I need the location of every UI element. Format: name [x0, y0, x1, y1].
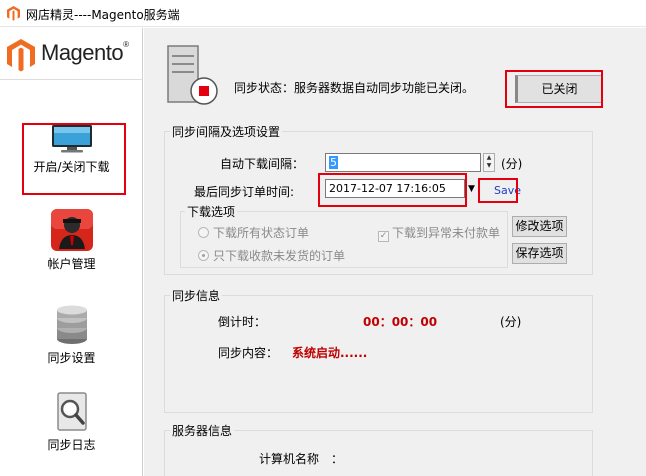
magento-logo: Magento®: [0, 28, 143, 80]
database-icon: [56, 305, 87, 344]
sidebar-item-label: 帐户管理: [47, 257, 96, 271]
modify-options-button[interactable]: 修改选项: [512, 216, 567, 237]
interval-stepper[interactable]: ▲ ▼: [483, 153, 495, 172]
download-paid-radio[interactable]: 只下载收款未发货的订单: [198, 247, 345, 264]
window-title: 网店精灵----Magento服务端: [26, 8, 180, 22]
user-account-icon: [50, 209, 93, 251]
sidebar: Magento® 开启/关闭下载 帐户管理 同步设置 同步日志: [0, 28, 143, 476]
monitor-icon: [51, 125, 92, 153]
logo-text: Magento®: [41, 40, 129, 65]
download-all-radio[interactable]: 下载所有状态订单: [198, 224, 309, 241]
main-panel: 同步状态：服务器数据自动同步功能已关闭。 已关闭 同步间隔及选项设置 自动下载间…: [144, 28, 646, 476]
sync-settings-group-title: 同步间隔及选项设置: [170, 123, 283, 140]
server-info-group-title: 服务器信息: [170, 422, 235, 439]
save-options-button[interactable]: 保存选项: [512, 243, 567, 264]
server-stopped-icon: [167, 45, 218, 105]
sidebar-item-label: 同步日志: [47, 438, 96, 452]
title-bar: 网店精灵----Magento服务端: [0, 0, 646, 27]
magento-app-icon: [7, 6, 20, 21]
sidebar-item-account[interactable]: 帐户管理: [0, 209, 143, 272]
sync-toggle-button[interactable]: 已关闭: [515, 75, 602, 103]
sidebar-item-sync-log[interactable]: 同步日志: [0, 392, 143, 453]
log-magnifier-icon: [56, 392, 87, 431]
sync-info-group-title: 同步信息: [170, 287, 223, 304]
sidebar-item-label: 同步设置: [47, 351, 96, 365]
sync-content-label: 同步内容：: [218, 346, 279, 360]
chevron-down-icon[interactable]: ▼: [468, 184, 475, 194]
save-last-sync-link[interactable]: Save: [494, 184, 521, 197]
sidebar-item-sync-settings[interactable]: 同步设置: [0, 305, 143, 366]
sync-status-text: 同步状态：服务器数据自动同步功能已关闭。: [234, 81, 475, 95]
countdown-unit: (分): [500, 315, 522, 329]
interval-unit: (分): [501, 157, 523, 171]
last-sync-label: 最后同步订单时间:: [194, 185, 295, 199]
interval-label: 自动下载间隔：: [220, 157, 305, 171]
countdown-value: 00：00：00: [363, 315, 438, 329]
download-options-title: 下载选项: [185, 203, 238, 220]
sidebar-item-label: 开启/关闭下载: [33, 160, 110, 174]
interval-input[interactable]: 5: [325, 153, 481, 172]
sync-content-value: 系统启动......: [292, 346, 368, 360]
magento-logo-icon: [7, 39, 35, 72]
download-unpaid-checkbox[interactable]: ✓ 下载到异常未付款单: [378, 224, 500, 242]
computer-name-label: 计算机名称 ：: [259, 452, 344, 466]
last-sync-datetime-input[interactable]: 2017-12-07 17:16:05: [325, 179, 465, 198]
countdown-label: 倒计时：: [218, 315, 267, 329]
sidebar-item-toggle-download[interactable]: 开启/关闭下载: [0, 124, 143, 175]
